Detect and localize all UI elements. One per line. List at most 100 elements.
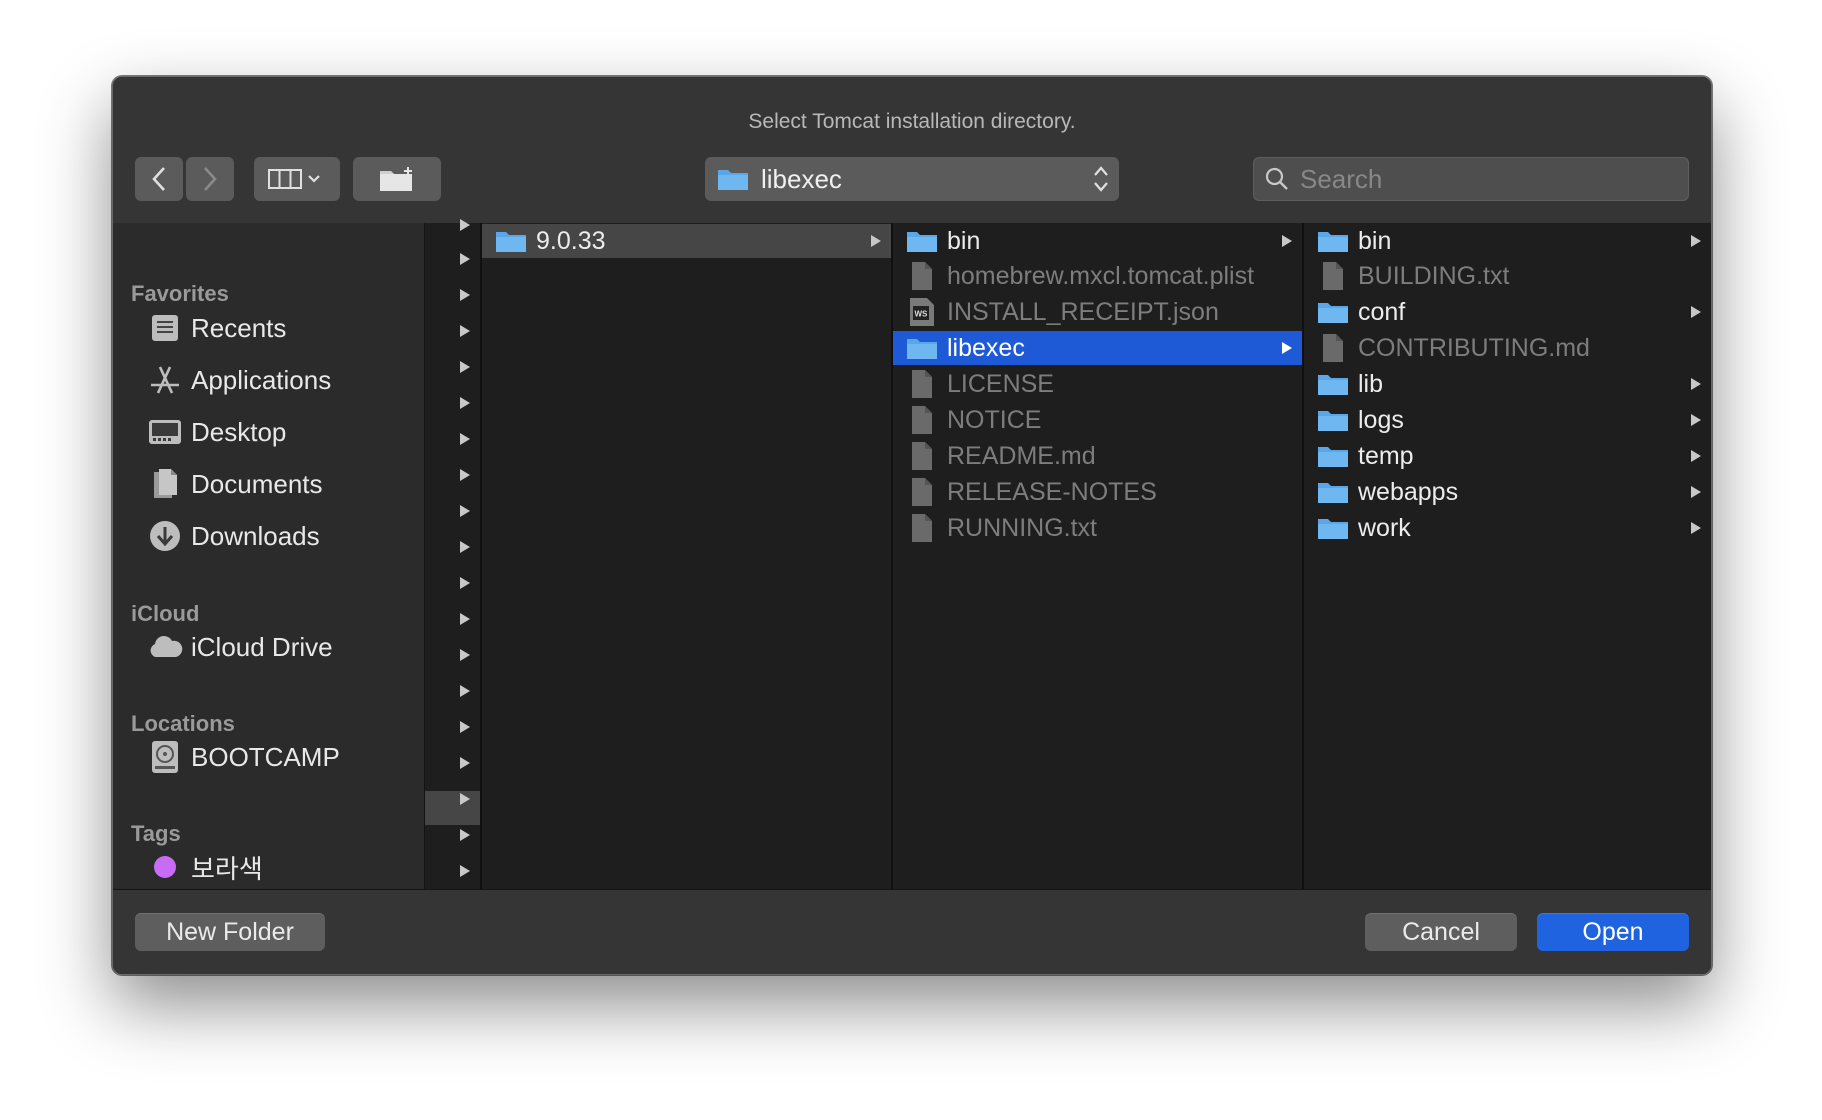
disk-icon [147, 739, 183, 775]
webstorm-file-icon: WS [905, 297, 939, 327]
chevron-right-icon [204, 167, 217, 191]
search-input[interactable] [1298, 162, 1682, 196]
sidebar-item-documents[interactable]: Documents [147, 462, 323, 506]
list-item-folder[interactable]: work [1304, 511, 1711, 545]
path-popup[interactable]: libexec [705, 157, 1119, 201]
favorites-header: Favorites [131, 281, 229, 306]
path-popup-label: libexec [761, 163, 842, 194]
new-folder-button[interactable]: New Folder [135, 913, 325, 951]
folder-plus-icon [380, 167, 412, 191]
list-item-file: BUILDING.txt [1304, 259, 1711, 293]
new-folder-toolbar-button[interactable] [353, 157, 441, 201]
tag-color-dot [147, 849, 183, 885]
folder-icon [905, 226, 939, 256]
disclosure-arrow-icon [460, 433, 470, 445]
chevron-left-icon [152, 167, 165, 191]
view-options-button[interactable] [254, 157, 340, 201]
disclosure-arrow-icon [1691, 378, 1701, 390]
disclosure-arrow-icon [460, 865, 470, 877]
disclosure-arrow-icon [460, 219, 470, 231]
cancel-button[interactable]: Cancel [1365, 913, 1517, 951]
disclosure-arrow-icon [1691, 306, 1701, 318]
sidebar: Favorites Recents Applications Desktop D… [113, 223, 425, 890]
disclosure-arrow-icon [460, 325, 470, 337]
recents-icon [147, 310, 183, 346]
sidebar-item-label: Desktop [191, 416, 287, 447]
browser-column-3: bin BUILDING.txt conf CONTRIBUTING.md li… [1304, 223, 1711, 890]
item-name: INSTALL_RECEIPT.json [947, 297, 1219, 326]
list-item-folder[interactable]: lib [1304, 367, 1711, 401]
list-item-file: WS INSTALL_RECEIPT.json [893, 295, 1302, 329]
list-item-folder[interactable]: 9.0.33 [482, 224, 891, 258]
list-item-folder[interactable]: bin [893, 224, 1302, 258]
folder-icon [1316, 297, 1350, 327]
download-icon [147, 518, 183, 554]
folder-icon [1316, 369, 1350, 399]
document-icon [905, 477, 939, 507]
sidebar-item-applications[interactable]: Applications [147, 358, 331, 402]
disclosure-arrow-icon [460, 685, 470, 697]
disclosure-arrow-icon [460, 289, 470, 301]
list-item-file: RUNNING.txt [893, 511, 1302, 545]
ancestor-columns-strip[interactable] [425, 219, 482, 890]
sidebar-item-icloud-drive[interactable]: iCloud Drive [147, 625, 333, 669]
list-item-folder[interactable]: bin [1304, 224, 1711, 258]
item-name: temp [1358, 441, 1414, 470]
item-name: homebrew.mxcl.tomcat.plist [947, 261, 1255, 290]
disclosure-arrow-icon [1691, 450, 1701, 462]
disclosure-arrow-icon [460, 361, 470, 373]
item-name: bin [1358, 226, 1392, 255]
tags-header: Tags [131, 821, 181, 846]
nav-buttons [135, 157, 234, 201]
list-item-folder[interactable]: webapps [1304, 475, 1711, 509]
list-item-file: README.md [893, 439, 1302, 473]
sidebar-item-bootcamp[interactable]: BOOTCAMP [147, 735, 340, 779]
sidebar-item-downloads[interactable]: Downloads [147, 514, 320, 558]
browser-column-2: bin homebrew.mxcl.tomcat.plist WS INSTAL… [893, 223, 1304, 890]
document-icon [1316, 261, 1350, 291]
list-item-file: CONTRIBUTING.md [1304, 331, 1711, 365]
sidebar-item-label: iCloud Drive [191, 631, 333, 662]
list-item-folder-selected[interactable]: libexec [893, 331, 1302, 365]
folder-icon [1316, 226, 1350, 256]
list-item-folder[interactable]: conf [1304, 295, 1711, 329]
sidebar-item-label: Applications [191, 364, 332, 395]
item-name: libexec [947, 333, 1025, 362]
forward-button[interactable] [186, 157, 234, 201]
folder-icon [1316, 441, 1350, 471]
item-name: RUNNING.txt [947, 513, 1097, 542]
sidebar-tag-purple[interactable]: 보라색 [147, 845, 263, 889]
list-item-folder[interactable]: logs [1304, 403, 1711, 437]
back-button[interactable] [135, 157, 183, 201]
bottom-bar: New Folder Cancel Open [113, 889, 1711, 974]
applications-icon [147, 362, 183, 398]
sidebar-item-label: 보라색 [191, 853, 263, 884]
disclosure-arrow-icon [1691, 414, 1701, 426]
open-button[interactable]: Open [1537, 913, 1689, 951]
item-name: 9.0.33 [536, 226, 606, 255]
search-field[interactable] [1253, 157, 1689, 201]
browser-column-1: 9.0.33 [482, 223, 893, 890]
document-icon [905, 405, 939, 435]
desktop-icon [147, 414, 183, 450]
disclosure-arrow-icon [460, 649, 470, 661]
svg-text:WS: WS [915, 310, 929, 319]
disclosure-arrow-icon [1691, 235, 1701, 247]
item-name: work [1358, 513, 1411, 542]
document-icon [905, 513, 939, 543]
dialog-title: Select Tomcat installation directory. [748, 110, 1076, 133]
document-icon [905, 369, 939, 399]
sidebar-item-desktop[interactable]: Desktop [147, 410, 286, 454]
sidebar-item-label: Documents [191, 468, 323, 499]
disclosure-arrow-icon [460, 721, 470, 733]
disclosure-arrow-icon [460, 397, 470, 409]
item-name: README.md [947, 441, 1096, 470]
disclosure-arrow-icon [1282, 235, 1292, 247]
item-name: LICENSE [947, 369, 1054, 398]
list-item-folder[interactable]: temp [1304, 439, 1711, 473]
item-name: conf [1358, 297, 1406, 326]
disclosure-arrow-icon [871, 235, 881, 247]
sidebar-item-recents[interactable]: Recents [147, 306, 286, 350]
list-item-file: LICENSE [893, 367, 1302, 401]
item-name: logs [1358, 405, 1404, 434]
